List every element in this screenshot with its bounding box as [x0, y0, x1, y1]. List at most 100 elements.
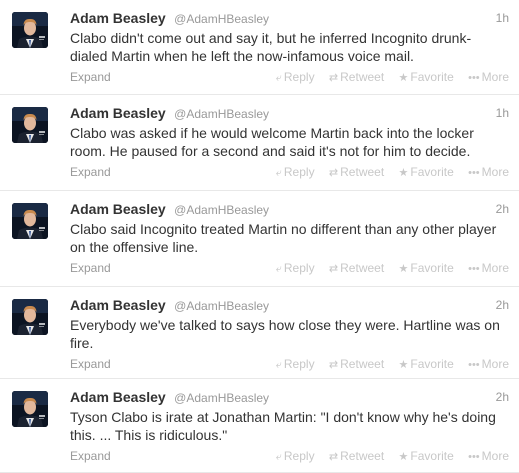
more-label: More — [481, 70, 509, 84]
fullname[interactable]: Adam Beasley — [70, 297, 166, 313]
favorite-button[interactable]: ★ Favorite — [399, 261, 454, 275]
tweet-footer: Expand ⤶ Reply ⇄ Retweet ★ Favorite ••• More — [70, 357, 509, 373]
tweet-header: Adam Beasley @AdamHBeasley 2h — [70, 201, 509, 219]
reply-button[interactable]: ⤶ Reply — [276, 357, 315, 371]
tweet-actions: ⤶ Reply ⇄ Retweet ★ Favorite ••• More — [265, 70, 509, 85]
more-dots-icon: ••• — [468, 451, 480, 463]
more-dots-icon: ••• — [468, 263, 480, 275]
reply-button[interactable]: ⤶ Reply — [276, 70, 315, 84]
retweet-icon: ⇄ — [328, 451, 339, 463]
tweet-text: Everybody we've talked to says how close… — [70, 317, 500, 351]
tweet-footer: Expand ⤶ Reply ⇄ Retweet ★ Favorite ••• More — [70, 449, 509, 465]
tweet-actions: ⤶ Reply ⇄ Retweet ★ Favorite ••• More — [265, 357, 509, 372]
tweet-header: Adam Beasley @AdamHBeasley 1h — [70, 10, 509, 28]
timestamp[interactable]: 1h — [496, 11, 509, 25]
reply-label: Reply — [283, 357, 315, 371]
tweet[interactable]: Adam Beasley @AdamHBeasley 2h Clabo said… — [0, 191, 519, 287]
retweet-button[interactable]: ⇄ Retweet — [329, 357, 384, 371]
expand-link[interactable]: Expand — [70, 357, 111, 371]
retweet-label: Retweet — [340, 70, 385, 84]
fullname[interactable]: Adam Beasley — [70, 10, 166, 26]
fullname[interactable]: Adam Beasley — [70, 105, 166, 121]
username[interactable]: @AdamHBeasley — [174, 203, 269, 217]
favorite-label: Favorite — [410, 449, 454, 463]
tweet-header: Adam Beasley @AdamHBeasley 2h — [70, 297, 509, 315]
avatar[interactable] — [12, 391, 48, 427]
tweet[interactable]: Adam Beasley @AdamHBeasley 2h Tyson Clab… — [0, 379, 519, 473]
reply-label: Reply — [283, 70, 315, 84]
retweet-button[interactable]: ⇄ Retweet — [329, 165, 384, 179]
tweet-header: Adam Beasley @AdamHBeasley 2h — [70, 389, 509, 407]
more-label: More — [481, 357, 509, 371]
tweet-text: Clabo was asked if he would welcome Mart… — [70, 125, 474, 159]
retweet-label: Retweet — [340, 449, 385, 463]
tweet-footer: Expand ⤶ Reply ⇄ Retweet ★ Favorite ••• More — [70, 165, 509, 181]
star-icon: ★ — [398, 263, 409, 275]
retweet-icon: ⇄ — [328, 263, 339, 275]
favorite-label: Favorite — [410, 165, 454, 179]
more-label: More — [481, 261, 509, 275]
tweet-text: Clabo said Incognito treated Martin no d… — [70, 221, 497, 255]
reply-button[interactable]: ⤶ Reply — [276, 449, 315, 463]
retweet-button[interactable]: ⇄ Retweet — [329, 70, 384, 84]
tweet-actions: ⤶ Reply ⇄ Retweet ★ Favorite ••• More — [265, 261, 509, 276]
fullname[interactable]: Adam Beasley — [70, 201, 166, 217]
reply-button[interactable]: ⤶ Reply — [276, 261, 315, 275]
avatar[interactable] — [12, 299, 48, 335]
reply-button[interactable]: ⤶ Reply — [276, 165, 315, 179]
more-button[interactable]: ••• More — [468, 261, 509, 275]
more-button[interactable]: ••• More — [468, 449, 509, 463]
username[interactable]: @AdamHBeasley — [174, 107, 269, 121]
avatar[interactable] — [12, 203, 48, 239]
favorite-button[interactable]: ★ Favorite — [399, 449, 454, 463]
retweet-icon: ⇄ — [328, 167, 339, 179]
more-button[interactable]: ••• More — [468, 357, 509, 371]
tweet-stream: Adam Beasley @AdamHBeasley 1h Clabo didn… — [0, 0, 519, 473]
expand-link[interactable]: Expand — [70, 70, 111, 84]
expand-link[interactable]: Expand — [70, 261, 111, 275]
timestamp[interactable]: 2h — [496, 298, 509, 312]
reply-icon: ⤶ — [275, 167, 282, 179]
favorite-button[interactable]: ★ Favorite — [399, 165, 454, 179]
tweet-text: Clabo didn't come out and say it, but he… — [70, 30, 472, 64]
expand-link[interactable]: Expand — [70, 449, 111, 463]
retweet-button[interactable]: ⇄ Retweet — [329, 261, 384, 275]
star-icon: ★ — [398, 167, 409, 179]
favorite-button[interactable]: ★ Favorite — [399, 70, 454, 84]
more-button[interactable]: ••• More — [468, 165, 509, 179]
username[interactable]: @AdamHBeasley — [174, 12, 269, 26]
tweet[interactable]: Adam Beasley @AdamHBeasley 2h Everybody … — [0, 287, 519, 379]
more-label: More — [481, 165, 509, 179]
favorite-label: Favorite — [410, 70, 454, 84]
more-dots-icon: ••• — [468, 167, 480, 179]
more-button[interactable]: ••• More — [468, 70, 509, 84]
retweet-button[interactable]: ⇄ Retweet — [329, 449, 384, 463]
tweet[interactable]: Adam Beasley @AdamHBeasley 1h Clabo was … — [0, 95, 519, 191]
reply-label: Reply — [283, 165, 315, 179]
tweet-footer: Expand ⤶ Reply ⇄ Retweet ★ Favorite ••• More — [70, 261, 509, 277]
more-dots-icon: ••• — [468, 72, 480, 84]
retweet-icon: ⇄ — [328, 72, 339, 84]
retweet-label: Retweet — [340, 261, 385, 275]
reply-icon: ⤶ — [275, 263, 282, 275]
username[interactable]: @AdamHBeasley — [174, 299, 269, 313]
username[interactable]: @AdamHBeasley — [174, 391, 269, 405]
avatar[interactable] — [12, 107, 48, 143]
favorite-label: Favorite — [410, 261, 454, 275]
timestamp[interactable]: 1h — [496, 106, 509, 120]
timestamp[interactable]: 2h — [496, 202, 509, 216]
favorite-button[interactable]: ★ Favorite — [399, 357, 454, 371]
tweet-text: Tyson Clabo is irate at Jonathan Martin:… — [70, 409, 496, 443]
retweet-icon: ⇄ — [328, 359, 339, 371]
fullname[interactable]: Adam Beasley — [70, 389, 166, 405]
expand-link[interactable]: Expand — [70, 165, 111, 179]
timestamp[interactable]: 2h — [496, 390, 509, 404]
star-icon: ★ — [398, 359, 409, 371]
retweet-label: Retweet — [340, 357, 385, 371]
more-dots-icon: ••• — [468, 359, 480, 371]
reply-icon: ⤶ — [275, 451, 282, 463]
tweet[interactable]: Adam Beasley @AdamHBeasley 1h Clabo didn… — [0, 0, 519, 95]
avatar[interactable] — [12, 12, 48, 48]
star-icon: ★ — [398, 451, 409, 463]
more-label: More — [481, 449, 509, 463]
